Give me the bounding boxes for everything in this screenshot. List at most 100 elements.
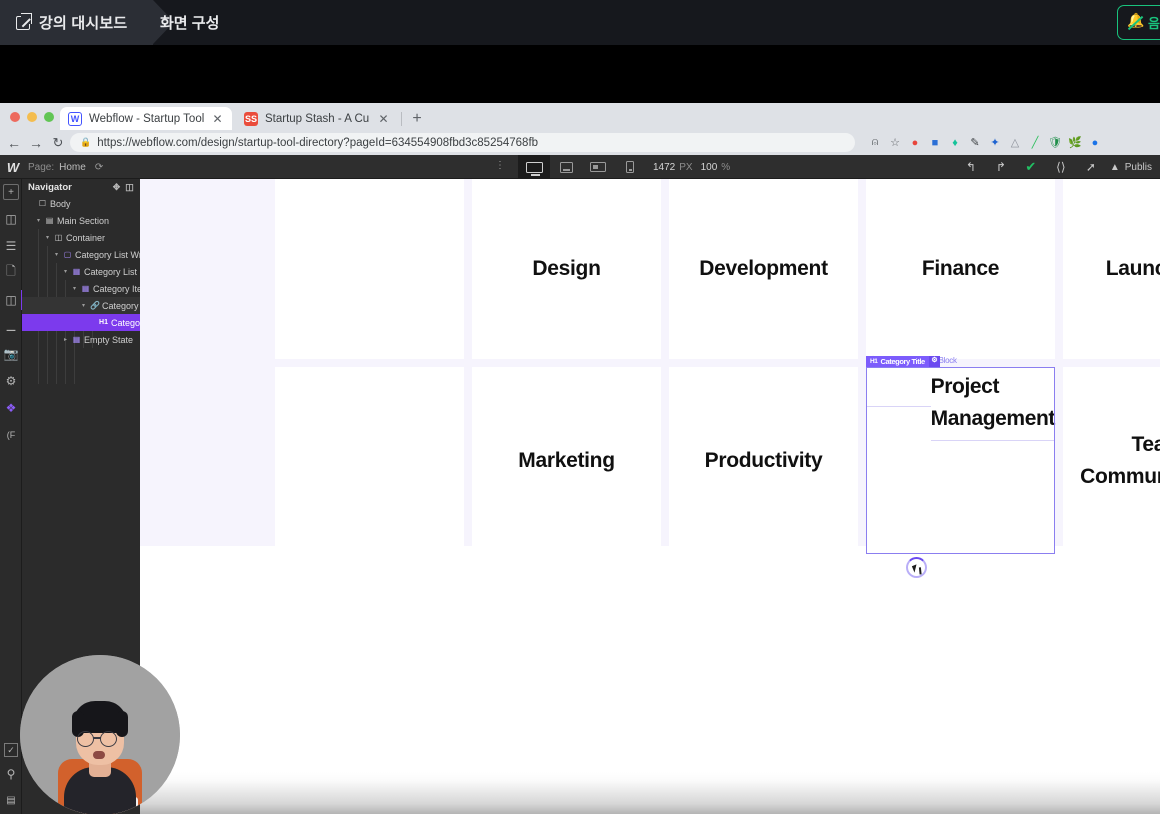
breakpoint-tablet[interactable] bbox=[550, 155, 582, 179]
navigator-item-category-link[interactable]: ▾ 🔗 Category Link bbox=[22, 297, 158, 314]
breakpoint-mobile-landscape[interactable] bbox=[582, 155, 614, 179]
h1-heading-icon: H1 bbox=[99, 319, 108, 326]
link-block-top-padding bbox=[866, 367, 931, 407]
breadcrumb-screen-layout[interactable]: 화면 구성 bbox=[160, 0, 219, 45]
grid-card-label: Launching bbox=[1105, 257, 1160, 281]
audit-checkbox-icon[interactable]: ✓ bbox=[4, 743, 18, 757]
chevron-down-icon[interactable]: ▾ bbox=[53, 251, 60, 258]
close-icon[interactable]: ✕ bbox=[211, 113, 224, 125]
grid-card-finance[interactable]: Finance bbox=[866, 179, 1055, 359]
page-selector[interactable]: Page: Home ⟳ bbox=[28, 155, 103, 179]
chevron-right-icon[interactable]: ▸ bbox=[62, 336, 69, 343]
grid-card-productivity[interactable]: Productivity bbox=[669, 367, 858, 554]
back-icon[interactable]: ← bbox=[5, 134, 23, 152]
logic-icon[interactable]: ❖ bbox=[0, 394, 22, 421]
monitor-icon bbox=[525, 161, 543, 176]
close-icon[interactable]: ✕ bbox=[377, 113, 390, 125]
navigator-item-category-list-wrapper[interactable]: ▾ ▢ Category List Wrapper bbox=[22, 246, 165, 263]
forward-icon[interactable]: → bbox=[27, 134, 45, 152]
grid-card-label: Productivity bbox=[704, 448, 823, 472]
webcam-glasses-left bbox=[77, 731, 94, 747]
breakpoint-desktop[interactable] bbox=[518, 155, 550, 179]
window-controls bbox=[10, 112, 54, 122]
designer-canvas[interactable]: Design Development Finance Launching Mar… bbox=[140, 179, 1160, 814]
shield-extension-icon[interactable]: 🛡 bbox=[1045, 133, 1065, 152]
undo-icon[interactable]: ↰ bbox=[956, 155, 986, 179]
chevron-down-icon[interactable]: ▾ bbox=[35, 217, 42, 224]
collapse-all-icon[interactable]: ✥ bbox=[110, 182, 123, 193]
more-options-icon[interactable]: ⋮ bbox=[495, 160, 505, 174]
redo-icon[interactable]: ↰ bbox=[986, 155, 1016, 179]
grammarly-extension-icon[interactable]: ♦ bbox=[945, 133, 965, 152]
navigator-item-empty-state[interactable]: ▸ ▦ Empty State bbox=[22, 331, 140, 348]
grid-card-team-communication[interactable]: Team Communication bbox=[1063, 367, 1160, 554]
share-icon[interactable]: ⍝ bbox=[865, 133, 885, 152]
ecommerce-cart-icon[interactable]: ⚊ bbox=[0, 313, 22, 340]
chevron-down-icon[interactable]: ▾ bbox=[44, 234, 51, 241]
cms-collections-icon[interactable]: ◫ bbox=[0, 286, 22, 313]
bell-muted-icon bbox=[1127, 12, 1144, 30]
navigator-item-body[interactable]: ☐ Body bbox=[22, 195, 140, 212]
link-block-icon: 🔗 bbox=[90, 301, 100, 310]
search-icon[interactable]: ⚲ bbox=[0, 760, 22, 787]
variables-fn-icon[interactable]: (F bbox=[0, 421, 22, 448]
components-icon[interactable]: ◫ bbox=[0, 205, 22, 232]
chevron-down-icon[interactable]: ▾ bbox=[62, 268, 69, 275]
translate-extension-icon[interactable]: ■ bbox=[925, 133, 945, 152]
address-bar[interactable]: 🔒 https://webflow.com/design/startup-too… bbox=[70, 133, 855, 152]
canvas-bottom-gradient bbox=[140, 772, 1160, 814]
browser-tab[interactable]: SS Startup Stash - A Curated Dire ✕ bbox=[236, 107, 398, 130]
assets-media-icon[interactable]: 📷 bbox=[0, 340, 22, 367]
window-maximize-button[interactable] bbox=[44, 112, 54, 122]
breadcrumb-course-dashboard[interactable]: 강의 대시보드 bbox=[0, 0, 175, 45]
grid-card-development[interactable]: Development bbox=[669, 179, 858, 359]
window-close-button[interactable] bbox=[10, 112, 20, 122]
pages-icon[interactable]: 🗋 bbox=[0, 259, 22, 286]
chevron-down-icon[interactable]: ▾ bbox=[71, 285, 78, 292]
panel-toggle-icon[interactable]: ◫ bbox=[123, 182, 136, 193]
add-panel-icon[interactable]: + bbox=[3, 184, 19, 200]
selected-badge-tag: H1 bbox=[870, 357, 878, 365]
cloud-extension-icon[interactable]: △ bbox=[1005, 133, 1025, 152]
bookmark-star-icon[interactable]: ☆ bbox=[885, 133, 905, 152]
mute-toggle-button[interactable]: 음 bbox=[1117, 5, 1160, 40]
breakpoint-mobile-portrait[interactable] bbox=[614, 155, 646, 179]
zoom-level-unit: % bbox=[721, 161, 731, 173]
profile-avatar-icon[interactable]: ● bbox=[1085, 133, 1105, 152]
reload-icon[interactable]: ↻ bbox=[49, 134, 67, 152]
publish-button[interactable]: ▲ Publis bbox=[1106, 155, 1160, 179]
gear-icon[interactable]: ⚙ bbox=[928, 356, 940, 367]
grid-card-launching[interactable]: Launching bbox=[1063, 179, 1160, 359]
video-tutorial-icon[interactable]: ▤ bbox=[0, 787, 22, 814]
settings-gear-icon[interactable]: ⚙ bbox=[0, 367, 22, 394]
window-minimize-button[interactable] bbox=[27, 112, 37, 122]
grid-card-marketing[interactable]: Marketing bbox=[472, 367, 661, 554]
chevron-down-icon[interactable]: ▾ bbox=[80, 302, 87, 309]
collection-wrapper-icon: ▢ bbox=[63, 250, 72, 259]
navigator-item-category-item[interactable]: ▾ ▦ Category Item bbox=[22, 280, 150, 297]
tablet-icon bbox=[559, 161, 573, 173]
canvas-size-and-zoom[interactable]: 1472 PX 100 % bbox=[653, 155, 730, 179]
navigator-item-category-list[interactable]: ▾ ▦ Category List bbox=[22, 263, 140, 280]
webflow-logo-icon[interactable]: W bbox=[3, 155, 23, 179]
webcam-hair-side-right bbox=[116, 711, 128, 737]
refresh-icon[interactable]: ⟳ bbox=[95, 162, 103, 173]
navigator-item-category-title[interactable]: H1 Category Title bbox=[22, 314, 167, 331]
google-extension-icon[interactable]: ● bbox=[905, 133, 925, 152]
zoom-level-value: 100 bbox=[700, 161, 718, 173]
dropbox-extension-icon[interactable]: ✦ bbox=[985, 133, 1005, 152]
browser-tab[interactable]: W Webflow - Startup Tool Directo ✕ bbox=[60, 107, 232, 130]
code-brackets-icon[interactable]: ⟨⟩ bbox=[1046, 155, 1076, 179]
leaf-extension-icon[interactable]: 🌿 bbox=[1065, 133, 1085, 152]
highlighter-extension-icon[interactable]: ╱ bbox=[1025, 133, 1045, 152]
grid-card-design[interactable]: Design bbox=[472, 179, 661, 359]
color-picker-icon[interactable]: ✎ bbox=[965, 133, 985, 152]
navigator-item-main-section[interactable]: ▾ ▤ Main Section bbox=[22, 212, 140, 229]
grid-card-project-management-selected[interactable]: 🔗 Category Link Div Block H1 Category Ti… bbox=[866, 356, 1055, 554]
navigator-icon[interactable]: ☰ bbox=[0, 232, 22, 259]
selected-heading-h1[interactable]: H1 Category Title ⚙ Project Management bbox=[866, 356, 1055, 441]
new-tab-button[interactable]: + bbox=[409, 111, 425, 127]
share-export-icon[interactable]: ➚ bbox=[1076, 155, 1106, 179]
navigator-item-container[interactable]: ▾ ◫ Container bbox=[22, 229, 140, 246]
breadcrumb-course-dashboard-label: 강의 대시보드 bbox=[39, 15, 128, 32]
